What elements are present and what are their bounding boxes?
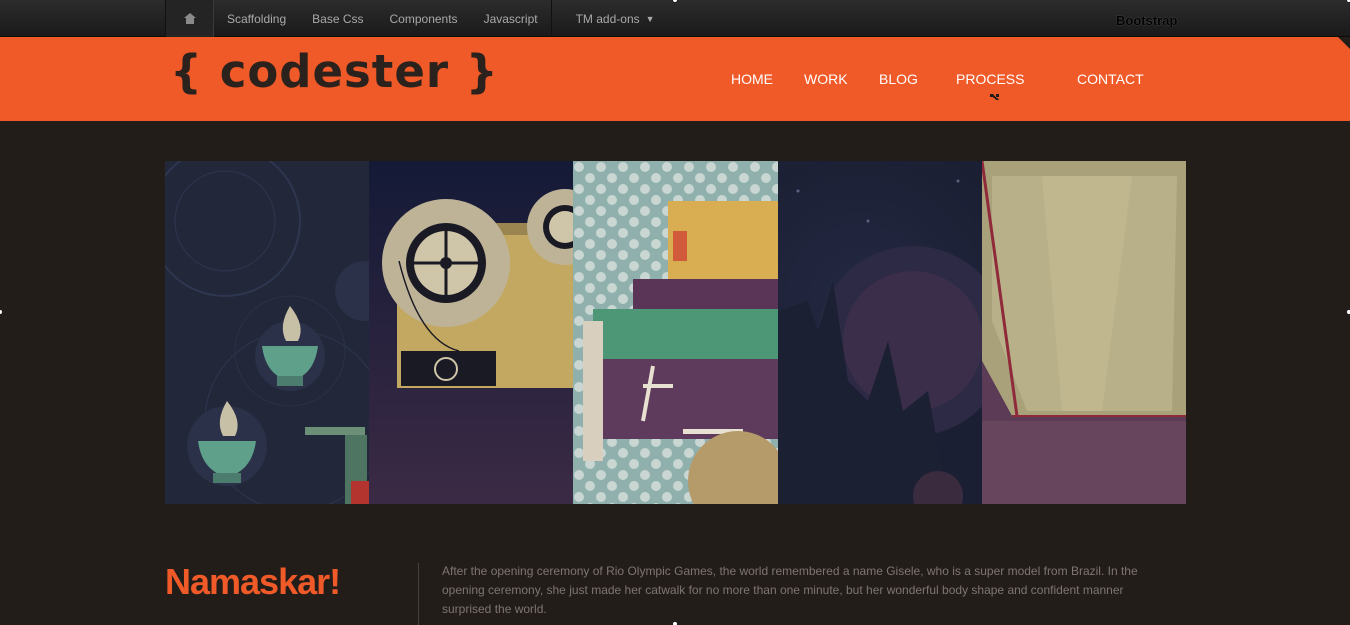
bowls-illustration (165, 161, 370, 504)
topbar-link-base-css[interactable]: Base Css (299, 0, 376, 37)
header-corner (1338, 37, 1350, 49)
topbar-link-scaffolding[interactable]: Scaffolding (214, 0, 299, 37)
site-logo[interactable]: { codester } (170, 45, 499, 98)
hero-slider[interactable] (165, 161, 1186, 504)
nav-item-contact[interactable]: CONTACT (1077, 71, 1144, 87)
nav-item-process[interactable]: PROCESS (956, 71, 1024, 87)
nav-item-home[interactable]: HOME (731, 71, 773, 87)
illustration-panel-5[interactable] (981, 161, 1186, 504)
content-divider (418, 563, 419, 625)
topbar-link-components[interactable]: Components (377, 0, 471, 37)
home-button[interactable] (165, 0, 214, 37)
intro-paragraph: After the opening ceremony of Rio Olympi… (442, 564, 1138, 616)
illustration-panel-1[interactable] (165, 161, 370, 504)
illustration-panel-4[interactable] (777, 161, 982, 504)
brand-link[interactable]: Bootstrap (1116, 13, 1177, 28)
nav-item-blog[interactable]: BLOG (879, 71, 918, 87)
caret-down-icon: ▼ (645, 13, 655, 24)
resize-handle-top-right[interactable] (1346, 0, 1350, 3)
greeting-heading: Namaskar! (165, 561, 341, 602)
home-icon (183, 13, 196, 24)
nav-item-work[interactable]: WORK (804, 71, 848, 87)
projector-illustration (369, 161, 574, 504)
collage-illustration (573, 161, 778, 504)
site-header: { codester } HOME WORK BLOG PROCESS CONT… (0, 37, 1350, 121)
geometric-illustration (981, 161, 1186, 504)
resize-handle-left[interactable] (0, 309, 3, 315)
topbar-link-javascript[interactable]: Javascript (471, 0, 551, 37)
tm-addons-label: TM add-ons (575, 11, 640, 26)
active-nav-indicator-icon (990, 94, 999, 100)
tm-addons-dropdown[interactable]: TM add-ons ▼ (552, 0, 667, 37)
night-illustration (777, 179, 982, 504)
resize-handle-right[interactable] (1346, 309, 1350, 315)
top-navbar: Scaffolding Base Css Components Javascri… (0, 0, 1350, 37)
illustration-panel-3[interactable] (573, 161, 778, 504)
illustration-panel-2[interactable] (369, 161, 574, 504)
resize-handle-bottom[interactable] (672, 621, 678, 625)
